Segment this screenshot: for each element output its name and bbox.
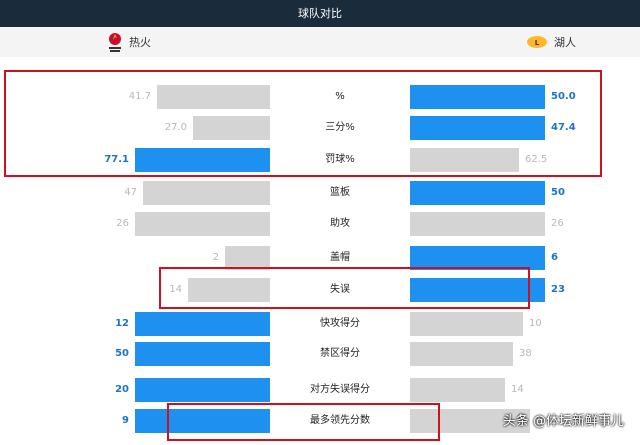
right-value: 50 — [551, 187, 565, 198]
stat-label: 助攻 — [330, 218, 350, 229]
stat-row: 26 26 助攻 — [0, 212, 640, 236]
team-header: 热火 L 湖人 — [0, 27, 640, 57]
highlight-box-max-lead — [167, 403, 440, 441]
svg-text:L: L — [535, 39, 540, 47]
stat-row: 47 50 篮板 — [0, 181, 640, 205]
team-left[interactable]: 热火 — [107, 27, 151, 57]
page-title: 球队对比 — [0, 0, 640, 27]
right-value: 6 — [551, 252, 558, 263]
stat-label: 禁区得分 — [320, 348, 360, 359]
heat-logo-icon — [109, 33, 121, 52]
left-bar — [143, 181, 270, 205]
right-bar — [410, 312, 523, 336]
left-bar — [135, 342, 270, 366]
right-value: 38 — [519, 348, 532, 359]
lakers-logo-icon: L — [527, 36, 547, 48]
watermark: 头条 @体坛新鲜事儿 — [502, 414, 624, 429]
left-bar — [135, 378, 270, 402]
team-right[interactable]: L 湖人 — [526, 27, 576, 57]
left-bar — [135, 312, 270, 336]
stat-row: 20 14 对方失误得分 — [0, 378, 640, 402]
stat-row: 50 38 禁区得分 — [0, 342, 640, 366]
right-bar — [410, 212, 545, 236]
left-value: 20 — [115, 384, 129, 395]
left-value: 12 — [115, 318, 129, 329]
left-bar — [135, 212, 270, 236]
left-value: 47 — [124, 187, 137, 198]
right-value: 26 — [551, 218, 564, 229]
highlight-box-shooting — [4, 70, 602, 177]
right-value: 23 — [551, 284, 565, 295]
stat-label: 快攻得分 — [320, 318, 360, 329]
right-bar — [410, 378, 505, 402]
right-bar — [410, 181, 545, 205]
stat-label: 对方失误得分 — [310, 384, 370, 395]
team-right-name: 湖人 — [554, 36, 576, 49]
team-left-name: 热火 — [129, 36, 151, 49]
highlight-box-turnovers — [159, 267, 530, 309]
left-value: 50 — [115, 348, 129, 359]
left-value: 26 — [116, 218, 129, 229]
left-value: 9 — [122, 415, 129, 426]
stat-label: 篮板 — [330, 187, 350, 198]
right-bar — [410, 342, 513, 366]
right-value: 10 — [529, 318, 542, 329]
right-value: 14 — [511, 384, 524, 395]
stat-row: 12 10 快攻得分 — [0, 312, 640, 336]
